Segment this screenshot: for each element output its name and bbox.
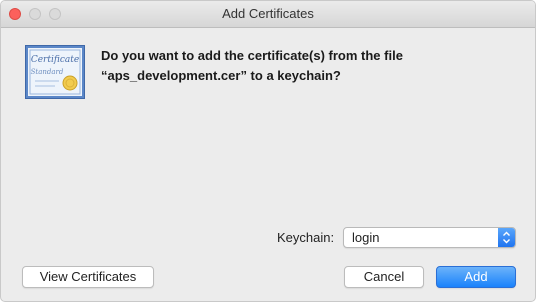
keychain-selected-value: login — [352, 230, 380, 245]
keychain-label: Keychain: — [277, 230, 335, 245]
add-certificates-dialog: Add Certificates Certificate Standard Do… — [0, 0, 536, 302]
message-line-2: “aps_development.cer” to a keychain? — [101, 68, 341, 83]
cancel-button[interactable]: Cancel — [344, 266, 424, 288]
keychain-select[interactable]: login — [343, 227, 516, 248]
add-button[interactable]: Add — [436, 266, 516, 288]
window-title: Add Certificates — [222, 6, 314, 21]
title-bar: Add Certificates — [1, 1, 535, 28]
view-certificates-button[interactable]: View Certificates — [22, 266, 154, 288]
svg-text:Certificate: Certificate — [31, 55, 79, 65]
certificate-icon: Certificate Standard — [25, 45, 85, 99]
dialog-message: Do you want to add the certificate(s) fr… — [101, 46, 521, 86]
message-line-1: Do you want to add the certificate(s) fr… — [101, 48, 403, 63]
svg-text:Standard: Standard — [31, 68, 64, 76]
chevron-up-down-icon — [498, 228, 515, 247]
